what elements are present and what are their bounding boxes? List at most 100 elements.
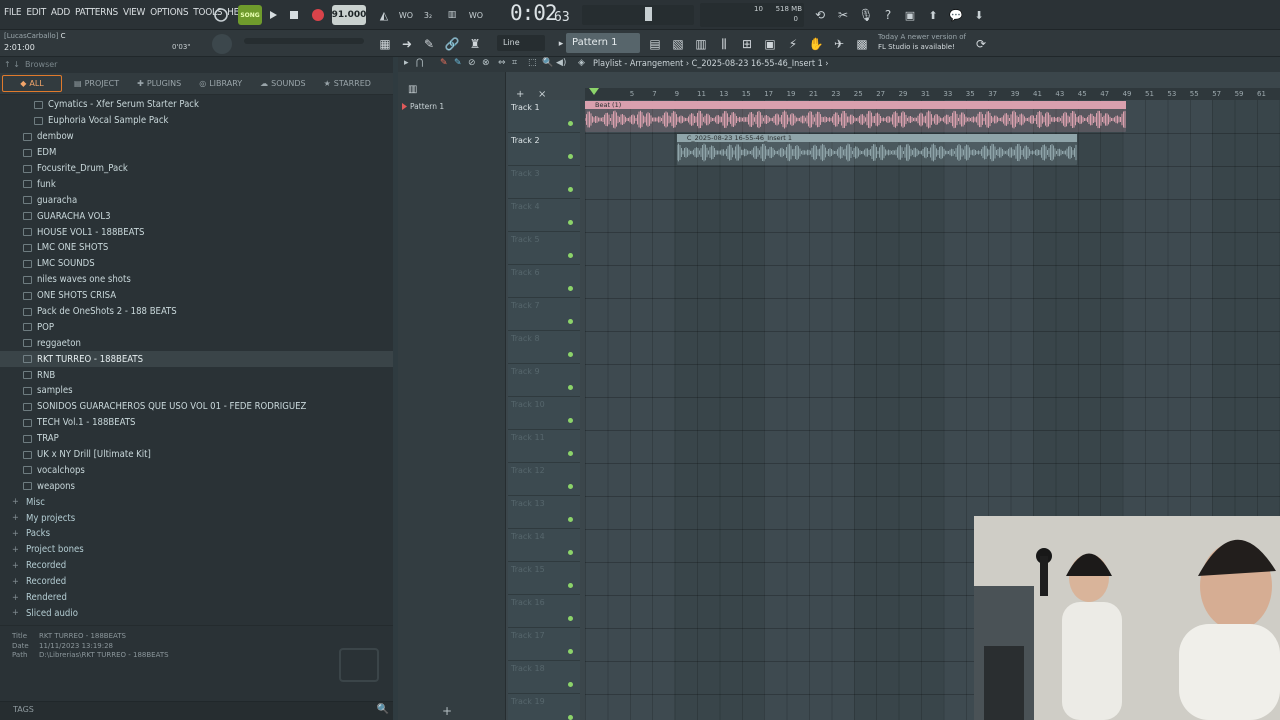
select-tool-icon[interactable]: ⬚ — [528, 58, 537, 68]
browser-item[interactable]: SONIDOS GUARACHEROS QUE USO VOL 01 - FED… — [0, 399, 393, 415]
menu-view[interactable]: VIEW — [123, 7, 145, 18]
track-header[interactable]: Track 7 — [508, 298, 580, 331]
tab-sounds[interactable]: ☁ SOUNDS — [254, 76, 311, 91]
track-mute-led[interactable] — [568, 682, 573, 687]
track-mute-led[interactable] — [568, 352, 573, 357]
countdown-icon[interactable]: 3₂ — [418, 5, 438, 25]
track-mute-led[interactable] — [568, 154, 573, 159]
audio-clip[interactable]: C_2025-08-23 16-55-46_Insert 1 — [676, 134, 1077, 165]
track-header[interactable]: Track 5 — [508, 232, 580, 265]
browser-item[interactable]: HOUSE VOL1 - 188BEATS — [0, 224, 393, 240]
update-icon[interactable]: ⟳ — [972, 35, 990, 53]
pattern-item[interactable]: Pattern 1 — [402, 102, 492, 114]
mixer-icon[interactable]: ⫼ — [715, 35, 733, 53]
browser-item[interactable]: + Project bones — [0, 542, 393, 558]
browser-item[interactable]: niles waves one shots — [0, 272, 393, 288]
track-header[interactable]: Track 12 — [508, 463, 580, 496]
play-icon[interactable] — [264, 5, 282, 25]
browser-item[interactable]: Pack de OneShots 2 - 188 BEATS — [0, 304, 393, 320]
browser-item[interactable]: LMC SOUNDS — [0, 256, 393, 272]
link-icon[interactable]: 🔗 — [443, 35, 461, 53]
timeline-ruler[interactable]: 5 7 9 11 13 15 17 19 21 23 25 27 29 31 33 35 37 39 41 43 45 4… — [585, 88, 1280, 100]
song-mode-button[interactable]: SONG — [238, 5, 262, 25]
cut-icon[interactable]: ✂ — [833, 5, 853, 25]
menu-patterns[interactable]: PATTERNS — [75, 7, 118, 18]
tab-starred[interactable]: ★ STARRED — [318, 76, 377, 91]
magnet-icon[interactable]: ⋂ — [416, 58, 423, 68]
browser-item[interactable]: Euphoria Vocal Sample Pack — [0, 113, 393, 129]
track-mute-led[interactable] — [568, 616, 573, 621]
track-mute-led[interactable] — [568, 319, 573, 324]
track-header[interactable]: Track 16 — [508, 595, 580, 628]
piano-roll-icon[interactable]: ▦ — [376, 35, 394, 53]
track-mute-led[interactable] — [568, 121, 573, 126]
track-mute-led[interactable] — [568, 484, 573, 489]
playhead-marker[interactable] — [589, 88, 599, 95]
news-icon[interactable]: ▩ — [853, 35, 871, 53]
track-header[interactable]: Track 6 — [508, 265, 580, 298]
browser-item[interactable]: weapons — [0, 478, 393, 494]
slice-tool-icon[interactable]: ⌗ — [512, 58, 517, 68]
browser-item[interactable]: LMC ONE SHOTS — [0, 240, 393, 256]
chat-icon[interactable]: 💬 — [946, 5, 966, 25]
blend-notes-icon[interactable]: ▥ — [442, 5, 462, 25]
browser-item[interactable]: Cymatics - Xfer Serum Starter Pack — [0, 97, 393, 113]
menu-file[interactable]: FILE — [4, 7, 22, 18]
browser-item[interactable]: POP — [0, 319, 393, 335]
stop-icon[interactable] — [286, 5, 302, 25]
plugin-icon[interactable]: ⬆ — [923, 5, 943, 25]
browser-item[interactable]: dembow — [0, 129, 393, 145]
track-mute-led[interactable] — [568, 517, 573, 522]
track-mute-led[interactable] — [568, 286, 573, 291]
loop-record-icon[interactable]: WO — [466, 5, 486, 25]
browser-item[interactable]: TECH Vol.1 - 188BEATS — [0, 415, 393, 431]
refresh-icon[interactable] — [210, 5, 232, 25]
folder-add-icon[interactable] — [339, 648, 379, 682]
tab-project[interactable]: ▤ PROJECT — [68, 76, 125, 91]
track-header[interactable]: Track 3 — [508, 166, 580, 199]
track-header[interactable]: Track 10 — [508, 397, 580, 430]
touch-keyboard-icon[interactable]: ✋ — [807, 35, 825, 53]
browser-item[interactable]: vocalchops — [0, 462, 393, 478]
help-icon[interactable]: ? — [878, 5, 898, 25]
track-header[interactable]: Track 17 — [508, 628, 580, 661]
playlist-icon[interactable]: ▤ — [646, 35, 664, 53]
paint-tool-icon[interactable]: ✎ — [454, 58, 462, 68]
draw-tool-icon[interactable]: ✎ — [440, 58, 448, 68]
add-pattern-icon[interactable]: + — [442, 704, 452, 718]
metronome-icon[interactable]: ◭ — [374, 5, 394, 25]
download-icon[interactable]: ⬇ — [969, 5, 989, 25]
hint-bar-slider[interactable] — [244, 38, 364, 44]
track-mute-led[interactable] — [568, 583, 573, 588]
arrow-right-icon[interactable]: ➜ — [398, 35, 416, 53]
track-header[interactable]: Track 8 — [508, 331, 580, 364]
track-mute-led[interactable] — [568, 418, 573, 423]
browser-item[interactable]: UK x NY Drill [Ultimate Kit] — [0, 447, 393, 463]
track-header[interactable]: Track 19 — [508, 694, 580, 720]
browser-item[interactable]: + Misc — [0, 494, 393, 510]
browser-item[interactable]: RKT TURREO - 188BEATS — [0, 351, 393, 368]
browser-item[interactable]: + Rendered — [0, 590, 393, 606]
track-mute-led[interactable] — [568, 253, 573, 258]
zoom-tool-icon[interactable]: 🔍 — [542, 58, 553, 68]
browser-item[interactable]: RNB — [0, 367, 393, 383]
routing-icon[interactable]: ⊞ — [738, 35, 756, 53]
track-mute-led[interactable] — [568, 451, 573, 456]
browser-item[interactable]: ONE SHOTS CRISA — [0, 288, 393, 304]
arrangement-icon[interactable]: ◈ — [578, 58, 585, 68]
browser-item[interactable]: funk — [0, 176, 393, 192]
snap-select[interactable]: Line — [497, 35, 545, 51]
step-sequencer-icon[interactable]: ▧ — [669, 35, 687, 53]
record-icon[interactable] — [308, 5, 328, 25]
browser-item[interactable]: samples — [0, 383, 393, 399]
undo-icon[interactable]: ⟲ — [810, 5, 830, 25]
news-panel[interactable]: Today A newer version of FL Studio is av… — [878, 32, 966, 52]
master-volume-slider[interactable] — [582, 5, 694, 25]
browser-item[interactable]: guaracha — [0, 192, 393, 208]
browser-item[interactable]: + Packs — [0, 526, 393, 542]
browser-item[interactable]: Focusrite_Drum_Pack — [0, 161, 393, 177]
track-header[interactable]: Track 2 — [508, 133, 580, 166]
tempo-display[interactable]: 91.000 — [332, 5, 366, 25]
browser-item[interactable]: EDM — [0, 145, 393, 161]
audio-clip[interactable]: Beat (1) — [585, 101, 1126, 132]
